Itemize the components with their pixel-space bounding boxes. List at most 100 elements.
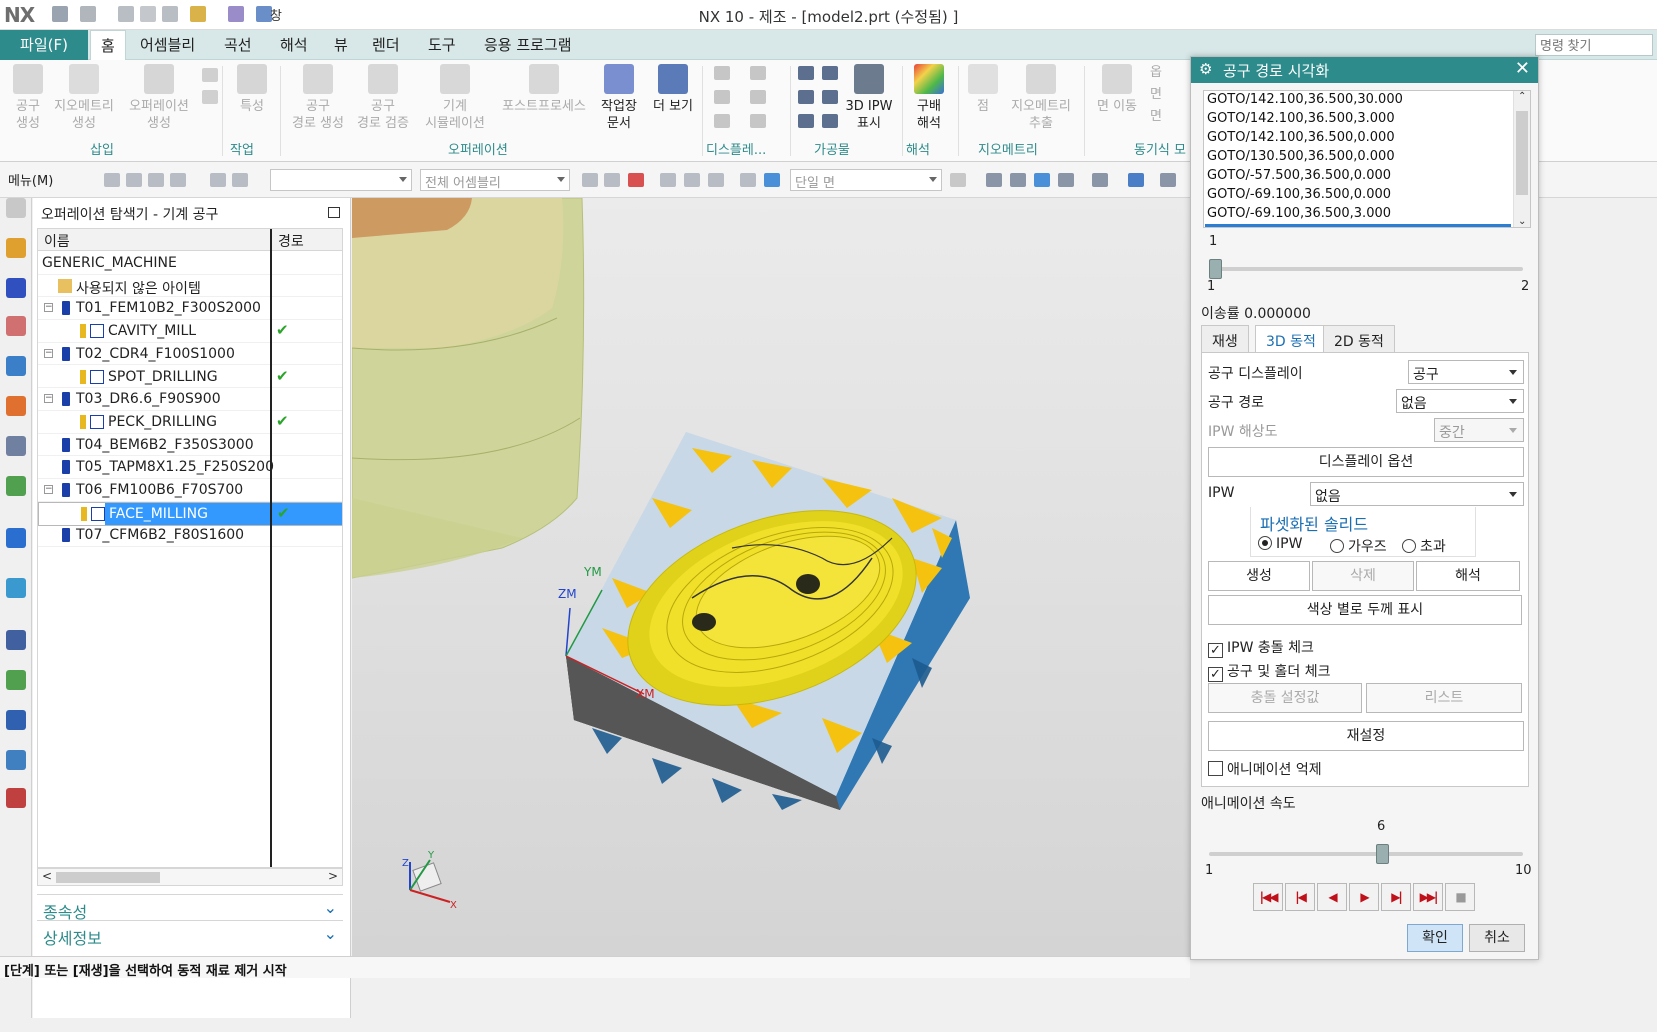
point-button[interactable]: 점 [966, 64, 1000, 115]
scroll-right-icon[interactable]: > [328, 869, 338, 883]
insert-small-icon-2[interactable] [202, 90, 218, 104]
part-navigator-icon[interactable] [6, 316, 26, 336]
web-browser-icon[interactable] [6, 528, 26, 548]
settings-gear-icon[interactable] [6, 198, 26, 218]
selection-icon-8[interactable] [764, 173, 780, 187]
operation-navigator-icon[interactable] [6, 356, 26, 376]
step-slider[interactable] [1209, 259, 1523, 279]
tab-3d-dynamic[interactable]: 3D 동적 [1255, 325, 1327, 353]
tab-2d-dynamic[interactable]: 2D 동적 [1323, 325, 1395, 353]
radio-ipw[interactable]: IPW [1258, 536, 1302, 552]
chevron-up-icon[interactable]: ⌃ [1518, 91, 1526, 102]
tab-home[interactable]: 홈 [90, 30, 126, 61]
tool-holder-check[interactable]: ✓ 공구 및 홀더 체크 [1208, 661, 1331, 682]
more-button[interactable]: 더 보기 [648, 64, 698, 115]
view-icon-5[interactable] [1128, 173, 1144, 187]
tab-view[interactable]: 뷰 [324, 30, 358, 60]
workpiece-small-icon-1[interactable] [798, 66, 814, 80]
scroll-left-icon[interactable]: < [42, 869, 52, 883]
chevron-down-icon[interactable]: ⌄ [324, 898, 337, 917]
ipw-select[interactable]: 없음 [1310, 482, 1524, 506]
list-item[interactable]: GOTO/-69.100,36.500,3.000 [1207, 206, 1391, 225]
arrow-icon[interactable] [950, 173, 966, 187]
list-item[interactable]: GOTO/-57.500,36.500,0.000 [1207, 168, 1391, 187]
column-name-header[interactable]: 이름 [44, 231, 70, 251]
toolpath-select[interactable]: 없음 [1396, 389, 1524, 413]
extract-geometry-button[interactable]: 지오메트리 추출 [1006, 64, 1076, 132]
display-small-icon-1[interactable] [714, 66, 730, 80]
chevron-down-icon[interactable]: ⌄ [324, 924, 337, 943]
rewind-to-start-icon[interactable]: |◀◀ [1253, 883, 1283, 911]
view-icon-2[interactable] [1010, 173, 1026, 187]
graphics-viewport[interactable] [352, 198, 1190, 956]
machine-tool-navigator-icon[interactable] [6, 396, 26, 416]
draft-analysis-button[interactable]: 구배 해석 [906, 64, 952, 132]
tab-analysis[interactable]: 해석 [270, 30, 318, 60]
radio-gauss[interactable]: 가우즈 [1330, 536, 1387, 556]
analyze-button[interactable]: 해석 [1416, 561, 1520, 591]
sync-small-3[interactable]: 면 [1150, 108, 1162, 125]
show-thickness-by-color-button[interactable]: 색상 별로 두께 표시 [1208, 595, 1522, 625]
table-row[interactable]: PECK_DRILLING ✔ [38, 411, 342, 434]
fast-forward-icon[interactable]: ▶▶| [1413, 883, 1443, 911]
display-small-icon-4[interactable] [750, 90, 766, 104]
view-icon-1[interactable] [986, 173, 1002, 187]
vertical-scrollbar[interactable]: ⌃ ⌄ [1513, 91, 1530, 227]
menu-button[interactable]: 메뉴(M) [8, 170, 53, 189]
roles-icon[interactable] [6, 710, 26, 730]
display-small-icon-2[interactable] [750, 66, 766, 80]
model-scene[interactable] [352, 198, 1190, 956]
sync-small-1[interactable]: 옵 [1150, 64, 1162, 81]
table-row[interactable]: GENERIC_MACHINE [38, 252, 342, 275]
suppress-animation-check[interactable]: 애니메이션 억제 [1208, 759, 1322, 779]
face-rule-select[interactable]: 단일 면 [790, 169, 942, 191]
tab-tools[interactable]: 도구 [418, 30, 466, 60]
column-path-header[interactable]: 경로 [278, 231, 304, 251]
assembly-scope-select[interactable]: 전체 어셈블리 [420, 169, 570, 191]
delete-button[interactable]: 삭제 [1312, 561, 1414, 591]
machine-simulation-button[interactable]: 기계 시뮬레이션 [420, 64, 490, 132]
table-row[interactable]: SPOT_DRILLING ✔ [38, 366, 342, 389]
ipw-collision-check[interactable]: ✓ IPW 충돌 체크 [1208, 637, 1314, 658]
verify-toolpath-button[interactable]: 공구 경로 검증 [352, 64, 414, 132]
horizontal-scrollbar[interactable]: < > [37, 868, 343, 886]
animation-speed-slider[interactable] [1209, 844, 1523, 864]
table-row[interactable]: − T01_FEM10B2_F300S2000 [38, 297, 342, 321]
step-back-icon[interactable]: |◀ [1285, 883, 1315, 911]
filter-icon-3[interactable] [148, 173, 164, 187]
reuse-library-icon[interactable] [6, 476, 26, 496]
radio-excess[interactable]: 초과 [1402, 536, 1446, 556]
dependencies-section[interactable]: 종속성 ⌄ [37, 894, 343, 922]
list-item[interactable]: GOTO/142.100,36.500,30.000 [1207, 92, 1403, 111]
close-icon[interactable]: ✕ [1515, 58, 1530, 79]
group-display[interactable]: 디스플레... [706, 139, 766, 158]
table-row[interactable]: FACE_MILLING ✔ [38, 501, 342, 526]
snap-icon-1[interactable] [210, 173, 226, 187]
table-row[interactable]: − T06_FM100B6_F70S700 [38, 479, 342, 502]
create-geometry-button[interactable]: 지오메트리 생성 [52, 64, 116, 132]
ipw-resolution-select[interactable]: 중간 [1434, 418, 1524, 442]
info-window-icon[interactable] [6, 788, 26, 808]
palette-icon[interactable] [6, 670, 26, 690]
display-small-icon-6[interactable] [750, 114, 766, 128]
rotate-icon[interactable] [1034, 173, 1050, 187]
selection-icon-4[interactable] [660, 173, 676, 187]
slider-handle[interactable] [1376, 844, 1390, 864]
workpiece-small-icon-5[interactable] [798, 114, 814, 128]
ok-button[interactable]: 확인 [1407, 924, 1463, 952]
constraint-navigator-icon[interactable] [6, 278, 26, 298]
collapse-toggle-icon[interactable]: − [44, 485, 53, 494]
group-action[interactable]: 작업 [230, 139, 254, 158]
filter-icon-2[interactable] [126, 173, 142, 187]
selection-icon-2[interactable] [604, 173, 620, 187]
display-small-icon-5[interactable] [714, 114, 730, 128]
selection-icon-5[interactable] [684, 173, 700, 187]
filter-icon-1[interactable] [104, 173, 120, 187]
create-button[interactable]: 생성 [1208, 561, 1310, 591]
step-forward-icon[interactable]: ▶| [1381, 883, 1411, 911]
group-analysis[interactable]: 해석 [906, 139, 930, 158]
move-face-button[interactable]: 면 이동 [1092, 64, 1142, 115]
play-forward-icon[interactable]: ▶ [1349, 883, 1379, 911]
group-workpiece[interactable]: 가공물 [814, 139, 850, 158]
maximize-icon[interactable] [328, 207, 340, 218]
